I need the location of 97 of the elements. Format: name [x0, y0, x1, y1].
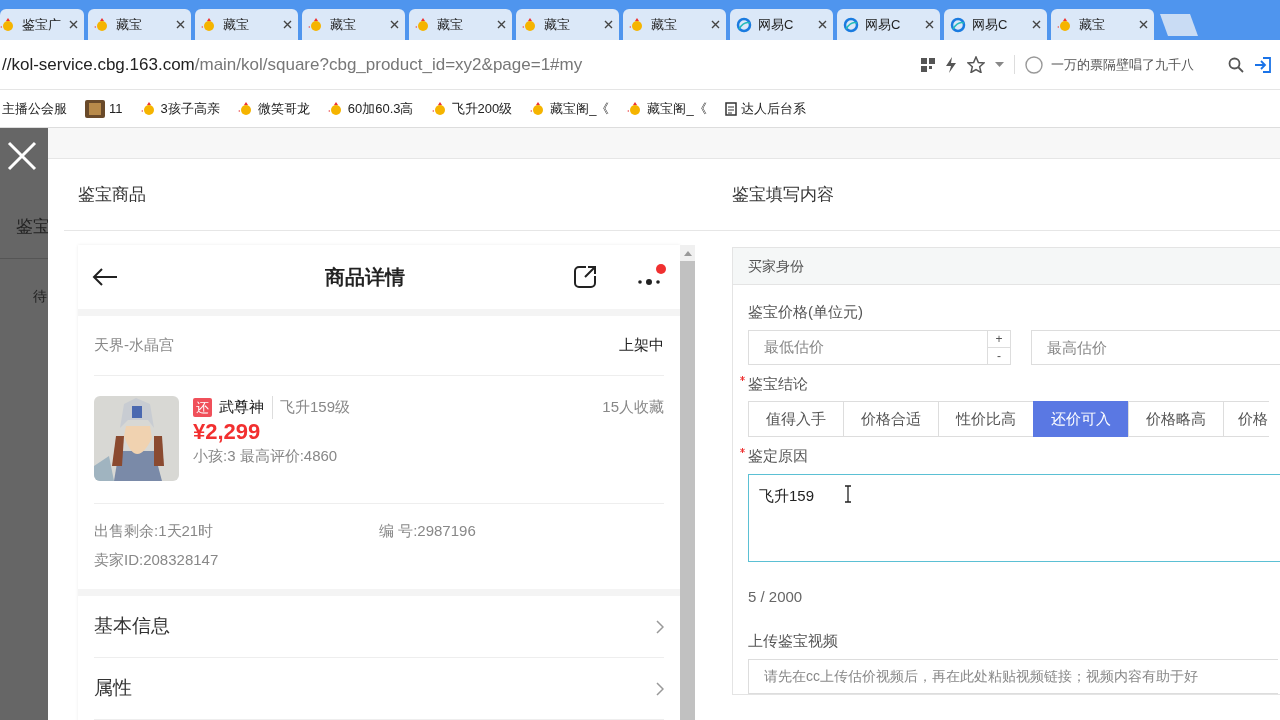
close-icon	[1139, 20, 1148, 29]
close-icon	[176, 20, 185, 29]
close-icon[interactable]	[6, 140, 38, 172]
address-field[interactable]: //kol-service.cbg.163.com/main/kol/square?cbg_product_id=xy2&page=1#my	[2, 51, 911, 78]
bookmark[interactable]: 60加60.3高	[327, 98, 414, 119]
share-icon[interactable]	[572, 264, 598, 290]
field-label: 上传鉴宝视频	[748, 632, 838, 649]
bookmark[interactable]: 微笑哥龙	[237, 98, 310, 119]
panel-title: 买家身份	[748, 256, 804, 276]
option-button[interactable]: 价格合适	[843, 401, 939, 437]
option-button[interactable]: 值得入手	[748, 401, 844, 437]
bookmark[interactable]: 11	[85, 98, 123, 119]
lightning-icon	[945, 56, 957, 73]
section-title: 鉴宝填写内容	[732, 183, 834, 206]
field-label: 鉴宝价格(单位元)	[748, 303, 863, 320]
info-text: 出售剩余:1天21时	[94, 521, 215, 541]
bird-icon	[431, 101, 448, 116]
server-name: 天界-水晶宫	[94, 335, 174, 356]
reason-field[interactable]: 飞升159	[748, 473, 1280, 562]
character-counter: 5 / 2000	[748, 586, 804, 607]
grid-icon	[921, 57, 935, 72]
character-name: 武尊神	[219, 396, 273, 419]
bird-icon	[1057, 17, 1073, 32]
video-link-field[interactable]: 请先在cc上传估价视频后，再在此处粘贴视频链接；视频内容有助于好	[748, 658, 1278, 694]
bird-icon	[237, 101, 254, 116]
up-arrow-icon	[683, 250, 692, 256]
bird-icon	[415, 17, 431, 32]
increment-button[interactable]: +	[987, 329, 1011, 348]
price: ¥2,299	[193, 418, 262, 445]
scrollbar[interactable]	[680, 245, 695, 720]
star-icon	[967, 56, 985, 73]
browser-tab[interactable]: 藏宝	[88, 9, 191, 40]
bird-icon	[0, 17, 16, 32]
option-button[interactable]: 还价可入	[1033, 401, 1129, 437]
bird-icon	[629, 17, 645, 32]
browser-tab[interactable]: 藏宝	[623, 9, 726, 40]
close-icon	[69, 20, 78, 29]
stats-text: 小孩:3 最高评价:4860	[193, 445, 339, 466]
browser-tab[interactable]: 藏宝	[409, 9, 512, 40]
globe-icon	[843, 16, 859, 33]
min-price-field[interactable]: 最低估价	[748, 329, 987, 365]
browser-tab[interactable]: 藏宝	[516, 9, 619, 40]
search-icon	[1228, 56, 1244, 73]
listing-status: 上架中	[619, 335, 664, 356]
level-text: 飞升159级	[280, 397, 351, 417]
section-title: 鉴宝商品	[78, 183, 146, 206]
close-icon	[818, 20, 827, 29]
info-text: 卖家ID:208328147	[94, 549, 220, 570]
info-text: 编 号:2987196	[379, 521, 477, 541]
browser-tab[interactable]: 藏宝	[1051, 9, 1154, 40]
section-row[interactable]: 属性	[94, 658, 664, 720]
bird-icon	[327, 101, 344, 116]
close-icon	[497, 20, 506, 29]
option-button[interactable]: 价格略高	[1128, 401, 1224, 437]
close-icon	[1032, 20, 1041, 29]
globe-icon	[736, 16, 752, 33]
browser-tab[interactable]: 藏宝	[302, 9, 405, 40]
globe-icon	[950, 16, 966, 33]
page-icon	[724, 101, 737, 116]
browser-tab[interactable]: 藏宝	[195, 9, 298, 40]
bookmark[interactable]: 藏宝阁_《	[627, 98, 707, 119]
bird-icon	[140, 101, 157, 116]
login-icon	[1254, 55, 1272, 74]
bird-icon	[308, 17, 324, 32]
bird-icon	[201, 17, 217, 32]
field-label: 鉴宝结论	[748, 374, 808, 392]
max-price-field[interactable]: 最高估价	[1031, 329, 1280, 365]
bookmark[interactable]: 3孩子高亲	[140, 98, 220, 119]
close-icon	[283, 20, 292, 29]
tag: 还	[193, 397, 212, 417]
close-icon	[925, 20, 934, 29]
bird-icon	[94, 17, 110, 32]
avatar-icon	[85, 99, 105, 118]
bookmark[interactable]: 达人后台系	[724, 98, 806, 119]
chevron-icon	[656, 619, 664, 634]
close-icon	[390, 20, 399, 29]
bookmark[interactable]: 飞升200级	[431, 98, 513, 119]
chevron-icon	[656, 681, 664, 696]
field-label: 鉴定原因	[748, 447, 808, 464]
close-icon	[604, 20, 613, 29]
option-button[interactable]: 价格	[1223, 401, 1269, 437]
favorites-count: 15人收藏	[602, 397, 664, 417]
text-cursor-icon	[844, 484, 853, 503]
browser-tab[interactable]: 网易C	[730, 9, 833, 40]
caret-icon	[995, 62, 1004, 67]
page-title: 商品详情	[324, 265, 406, 290]
option-button[interactable]: 性价比高	[938, 401, 1034, 437]
browser-tab[interactable]: 网易C	[837, 9, 940, 40]
bookmark[interactable]: 主播公会服	[2, 98, 67, 119]
section-row[interactable]: 基本信息	[94, 596, 664, 658]
close-icon	[711, 20, 720, 29]
back-arrow-icon[interactable]	[92, 267, 118, 287]
search-field[interactable]: 一万的票隔壁唱了九千八	[1014, 54, 1244, 75]
bird-icon	[522, 17, 538, 32]
browser-tab[interactable]: 网易C	[944, 9, 1047, 40]
browser-tab[interactable]: 鉴宝广	[0, 9, 84, 40]
bookmark[interactable]: 藏宝阁_《	[530, 98, 610, 119]
